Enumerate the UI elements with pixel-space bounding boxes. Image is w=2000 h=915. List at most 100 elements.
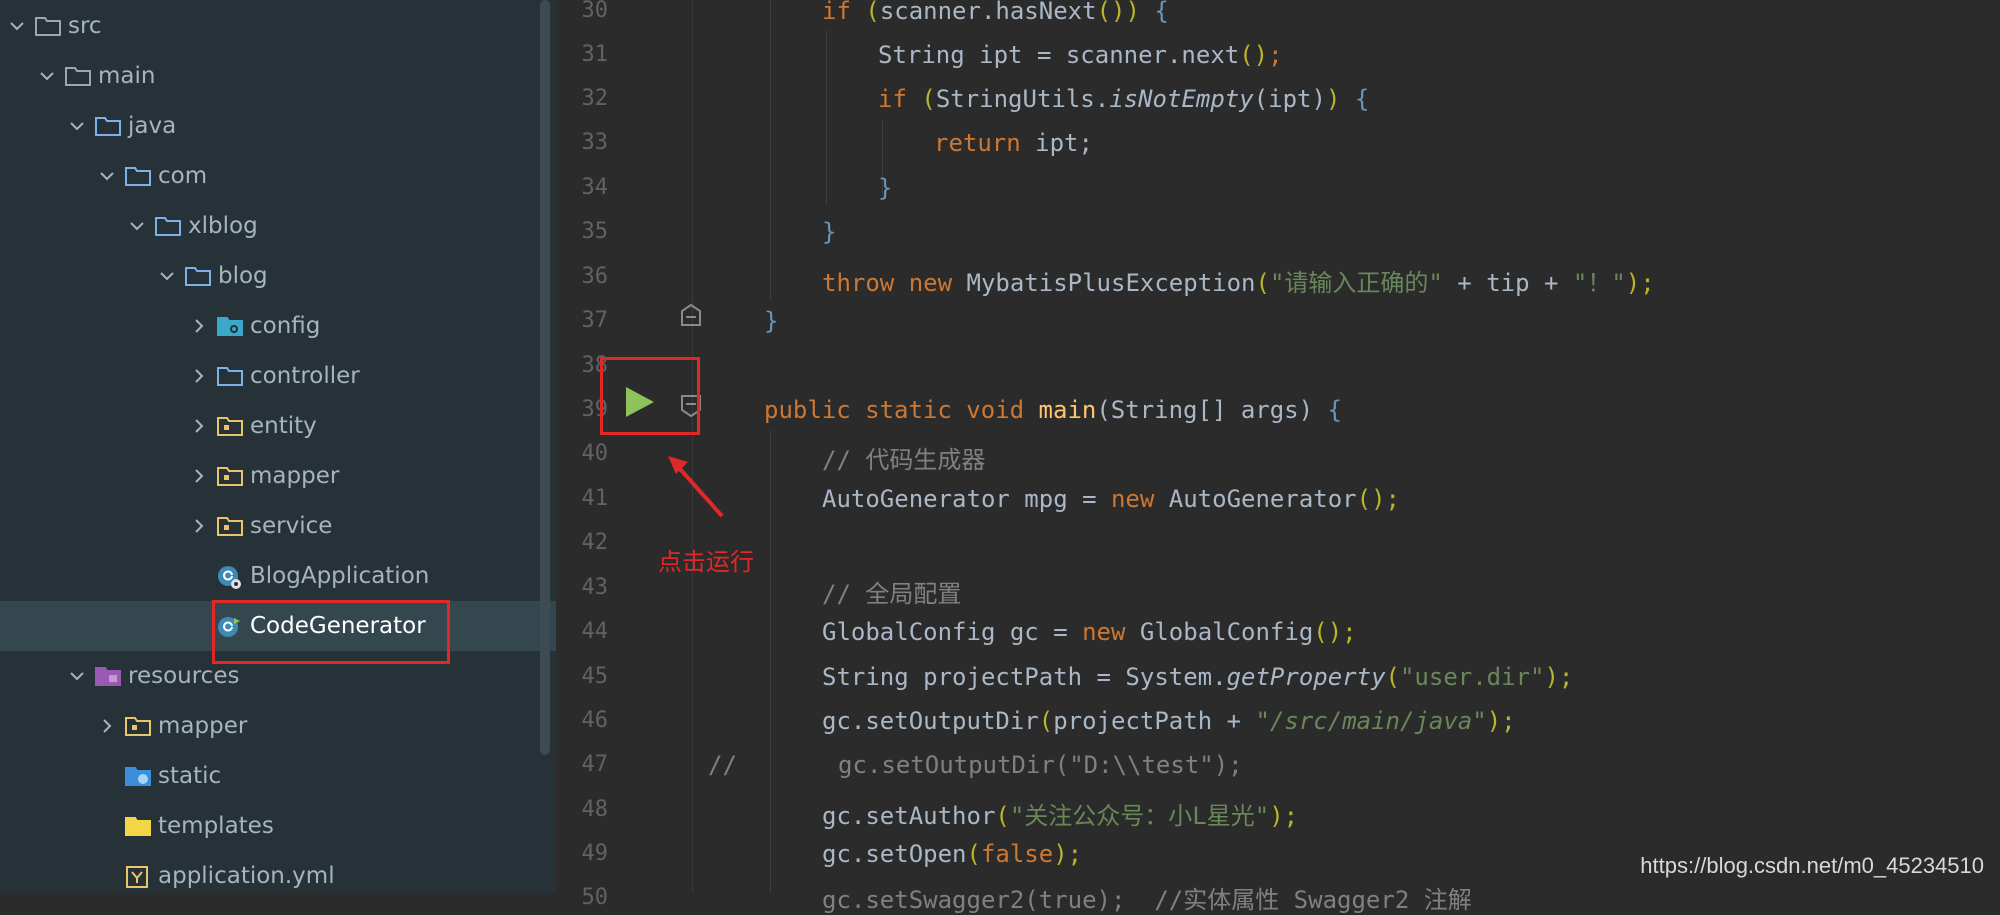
package-icon	[216, 365, 244, 387]
package-icon	[184, 265, 212, 287]
code-token: if	[822, 0, 866, 25]
code-token: isNotEmpty	[1109, 85, 1254, 113]
code-token: (String[] args)	[1096, 396, 1314, 424]
fold-end-icon[interactable]	[680, 303, 702, 331]
chevron-down-icon[interactable]	[68, 117, 86, 135]
tree-item-label: static	[158, 763, 222, 789]
project-tree: src main java com xlblog blog config con…	[0, 0, 556, 893]
indent-guide	[770, 430, 771, 893]
code-line-40[interactable]: // 代码生成器	[822, 440, 985, 475]
code-line-39[interactable]: public static void main(String[] args) {	[764, 396, 1342, 424]
chevron-down-icon[interactable]	[68, 667, 86, 685]
code-line-32[interactable]: if (StringUtils.isNotEmpty(ipt)) {	[878, 85, 1369, 113]
line-number: 50	[581, 885, 609, 910]
code-token: }	[764, 307, 779, 335]
code-token: gc.setAuthor	[822, 802, 996, 830]
code-line-48[interactable]: gc.setAuthor("关注公众号：小L星光");	[822, 796, 1298, 831]
code-token: getProperty	[1226, 663, 1386, 691]
tree-item-application-yml[interactable]: application.yml	[0, 851, 556, 893]
chevron-down-icon[interactable]	[38, 67, 56, 85]
line-number: 33	[581, 130, 609, 155]
tree-item-mapper[interactable]: mapper	[0, 451, 556, 501]
tree-item-label: BlogApplication	[250, 563, 430, 589]
tree-item-label: src	[68, 13, 102, 39]
code-token: String ipt = scanner.next	[878, 41, 1240, 69]
code-token: "请输入正确的"	[1269, 269, 1443, 297]
folder-icon	[124, 815, 152, 837]
tree-item-src[interactable]: src	[0, 1, 556, 51]
code-token: "！"	[1572, 269, 1626, 297]
folder-icon	[64, 65, 92, 87]
chevron-down-icon[interactable]	[128, 217, 146, 235]
line-number: 31	[581, 42, 609, 67]
package-icon	[216, 415, 244, 437]
code-line-45[interactable]: String projectPath = System.getProperty(…	[822, 663, 1573, 691]
code-line-43[interactable]: // 全局配置	[822, 574, 961, 609]
line-number: 34	[581, 175, 609, 200]
chevron-right-icon[interactable]	[98, 717, 116, 735]
tree-item-blogapplication[interactable]: BlogApplication	[0, 551, 556, 601]
tree-item-label: entity	[250, 413, 317, 439]
chevron-right-icon[interactable]	[190, 417, 208, 435]
line-number: 46	[581, 708, 609, 733]
code-token: new	[1082, 618, 1140, 646]
tree-item-label: mapper	[158, 713, 248, 739]
code-token: );	[1544, 663, 1574, 691]
tree-item-config[interactable]: config	[0, 301, 556, 351]
tree-item-mapper-resources[interactable]: mapper	[0, 701, 556, 751]
code-line-34[interactable]: }	[878, 174, 892, 202]
code-token: (ipt)	[1253, 85, 1326, 113]
tree-item-label: java	[128, 113, 177, 139]
code-line-44[interactable]: GlobalConfig gc = new GlobalConfig();	[822, 618, 1357, 646]
chevron-right-icon[interactable]	[190, 467, 208, 485]
code-token: gc.setOutputDir	[822, 707, 1039, 735]
code-token: throw new	[822, 269, 967, 297]
line-number: 36	[581, 264, 609, 289]
chevron-down-icon[interactable]	[158, 267, 176, 285]
tree-item-label: blog	[218, 263, 268, 289]
code-token: (	[1255, 269, 1270, 297]
code-line-47[interactable]: // gc.setOutputDir("D:\\test");	[708, 751, 1243, 779]
code-line-46[interactable]: gc.setOutputDir(projectPath + "/src/main…	[822, 707, 1516, 735]
chevron-right-icon[interactable]	[190, 317, 208, 335]
tree-item-com[interactable]: com	[0, 151, 556, 201]
code-line-50[interactable]: gc.setSwagger2(true); //实体属性 Swagger2 注解	[822, 880, 1472, 915]
code-line-36[interactable]: throw new MybatisPlusException("请输入正确的" …	[822, 263, 1655, 298]
code-line-37[interactable]: }	[764, 307, 778, 335]
code-line-31[interactable]: String ipt = scanner.next();	[878, 41, 1283, 69]
code-line-41[interactable]: AutoGenerator mpg = new AutoGenerator();	[822, 485, 1400, 513]
tree-item-java[interactable]: java	[0, 101, 556, 151]
code-token: );	[1486, 707, 1516, 735]
chevron-right-icon[interactable]	[190, 517, 208, 535]
chevron-down-icon[interactable]	[98, 167, 116, 185]
package-icon	[216, 465, 244, 487]
tree-item-static[interactable]: static	[0, 751, 556, 801]
tree-item-service[interactable]: service	[0, 501, 556, 551]
code-token: projectPath +	[1053, 707, 1256, 735]
code-token: "/src/main/java"	[1255, 707, 1487, 735]
code-line-30[interactable]: if (scanner.hasNext()) {	[822, 0, 1169, 25]
tree-item-xlblog[interactable]: xlblog	[0, 201, 556, 251]
chevron-down-icon[interactable]	[8, 17, 26, 35]
code-token: (	[966, 840, 981, 868]
tree-scrollbar[interactable]	[540, 0, 550, 755]
chevron-right-icon[interactable]	[190, 367, 208, 385]
line-number: 41	[581, 486, 609, 511]
tree-item-main[interactable]: main	[0, 51, 556, 101]
tree-item-templates[interactable]: templates	[0, 801, 556, 851]
code-line-33[interactable]: return ipt;	[934, 129, 1093, 157]
tree-item-label: main	[98, 63, 156, 89]
tree-item-blog[interactable]: blog	[0, 251, 556, 301]
code-line-35[interactable]: }	[822, 218, 836, 246]
annotation-class-highlight-box	[212, 600, 450, 664]
tree-item-entity[interactable]: entity	[0, 401, 556, 451]
web-folder-icon	[124, 765, 152, 787]
tree-item-controller[interactable]: controller	[0, 351, 556, 401]
config-folder-icon	[216, 315, 244, 337]
code-token: false	[980, 840, 1054, 868]
code-line-49[interactable]: gc.setOpen(false);	[822, 840, 1082, 868]
line-number: 42	[581, 530, 609, 555]
code-token: ()	[1239, 41, 1269, 69]
tree-item-label: application.yml	[158, 863, 335, 889]
code-token: "关注公众号：小L星光"	[1009, 802, 1270, 830]
